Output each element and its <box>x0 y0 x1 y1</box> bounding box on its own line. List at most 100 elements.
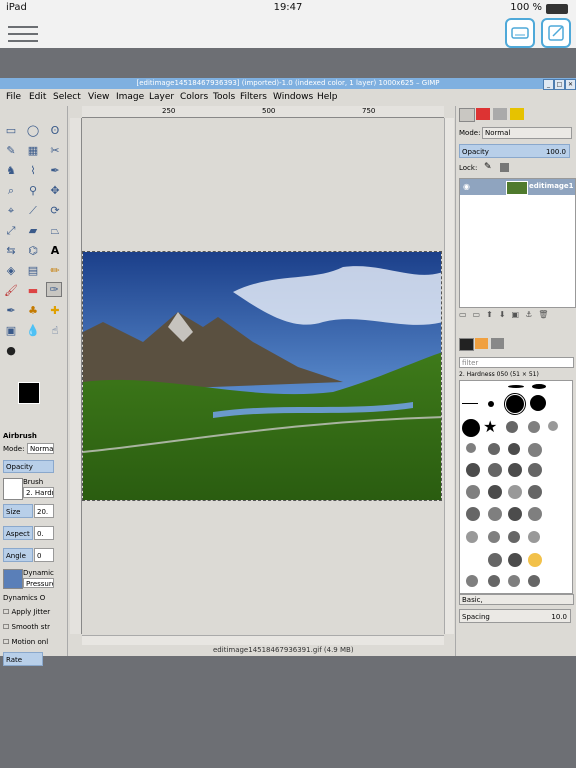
brush-item[interactable] <box>466 443 476 453</box>
airbrush-icon[interactable]: ✑ <box>46 282 62 297</box>
eye-icon[interactable]: ◉ <box>463 182 470 191</box>
brush-item[interactable] <box>466 485 480 499</box>
vertical-scrollbar[interactable] <box>444 118 454 634</box>
brush-item[interactable] <box>488 485 502 499</box>
rate-slider[interactable]: Rate <box>3 652 43 666</box>
brush-item[interactable] <box>528 553 542 567</box>
edit-button[interactable] <box>541 18 571 48</box>
heal-icon[interactable]: ✚ <box>48 304 62 317</box>
brush-preview[interactable] <box>3 478 23 500</box>
zoom-icon[interactable]: ⌕ <box>4 184 18 197</box>
perspective-icon[interactable]: ⏢ <box>48 224 62 237</box>
scale-icon[interactable]: ⤢ <box>4 224 18 237</box>
brush-item[interactable] <box>466 531 478 543</box>
bucket-fill-icon[interactable]: ◈ <box>4 264 18 277</box>
keyboard-button[interactable] <box>505 18 535 48</box>
menu-select[interactable]: Select <box>53 92 81 102</box>
align-icon[interactable]: ⌖ <box>4 204 18 217</box>
brush-item[interactable] <box>548 421 558 431</box>
image-canvas[interactable] <box>82 251 442 501</box>
ink-icon[interactable]: ✒ <box>4 304 18 317</box>
brush-item[interactable] <box>508 485 522 499</box>
minimize-button[interactable]: _ <box>543 79 554 90</box>
apply-jitter-checkbox[interactable]: ☐ Apply Jitter <box>3 608 50 616</box>
brush-name-field[interactable]: 2. Hardne <box>23 487 54 498</box>
brush-item[interactable] <box>508 385 524 388</box>
paths-icon[interactable]: ⌇ <box>26 164 40 177</box>
menu-tools[interactable]: Tools <box>213 92 235 102</box>
size-input[interactable]: 20. <box>34 504 54 518</box>
brush-item[interactable] <box>462 403 478 404</box>
brush-item[interactable] <box>462 419 480 437</box>
fuzzy-select-icon[interactable]: ✎ <box>4 144 18 157</box>
brush-item[interactable] <box>488 575 500 587</box>
foreground-select-icon[interactable]: ♞ <box>4 164 18 177</box>
brush-item[interactable] <box>488 531 500 543</box>
rect-select-icon[interactable]: ▭ <box>4 124 18 137</box>
menu-edit[interactable]: Edit <box>29 92 46 102</box>
menu-image[interactable]: Image <box>116 92 144 102</box>
cage-icon[interactable]: ⌬ <box>26 244 40 257</box>
tab-brushes[interactable] <box>459 338 474 351</box>
layer-row[interactable]: ◉ editimage1 <box>460 179 575 195</box>
tab-gradients[interactable] <box>491 338 504 349</box>
menu-file[interactable]: File <box>6 92 21 102</box>
paintbrush-icon[interactable]: 🖌 <box>4 284 18 297</box>
pencil-icon[interactable]: ✏ <box>48 264 62 277</box>
text-tool-icon[interactable]: A <box>48 244 62 257</box>
clone-icon[interactable]: ♣ <box>26 304 40 317</box>
horizontal-scrollbar[interactable] <box>82 635 444 645</box>
ellipse-select-icon[interactable]: ◯ <box>26 124 40 137</box>
layer-opacity-slider[interactable]: Opacity 100.0 <box>459 144 570 158</box>
maximize-button[interactable]: □ <box>554 79 565 90</box>
brush-item[interactable] <box>508 575 520 587</box>
brush-item[interactable] <box>488 553 502 567</box>
brush-item[interactable] <box>466 463 480 477</box>
brush-item[interactable] <box>508 507 522 521</box>
brush-item[interactable] <box>528 531 540 543</box>
vertical-ruler[interactable] <box>70 118 82 634</box>
blend-icon[interactable]: ▤ <box>26 264 40 277</box>
color-select-icon[interactable]: ▦ <box>26 144 40 157</box>
brush-preset-select[interactable]: Basic, <box>459 594 574 605</box>
star-brush-icon[interactable]: ★ <box>483 417 497 436</box>
brush-item[interactable] <box>488 463 502 477</box>
free-select-icon[interactable]: ʘ <box>48 124 62 137</box>
hamburger-menu-icon[interactable] <box>8 22 38 44</box>
tab-layers[interactable] <box>459 108 475 122</box>
blur-icon[interactable]: 💧 <box>26 324 40 337</box>
shear-icon[interactable]: ▰ <box>26 224 40 237</box>
tab-paths[interactable] <box>493 108 507 120</box>
menu-help[interactable]: Help <box>317 92 338 102</box>
brush-item[interactable] <box>466 507 480 521</box>
brush-item[interactable] <box>528 463 542 477</box>
layer-actions[interactable]: ▭▭⬆⬇▣⚓🗑 <box>459 310 574 320</box>
horizontal-ruler[interactable]: 250 500 750 <box>82 106 444 118</box>
brush-item[interactable] <box>528 443 542 457</box>
brush-item[interactable] <box>528 575 540 587</box>
brush-item[interactable] <box>488 443 500 455</box>
brush-item[interactable] <box>508 443 520 455</box>
menu-filters[interactable]: Filters <box>240 92 267 102</box>
opacity-slider[interactable]: Opacity <box>3 460 54 473</box>
brush-item[interactable] <box>508 463 522 477</box>
perspective-clone-icon[interactable]: ▣ <box>4 324 18 337</box>
menu-layer[interactable]: Layer <box>149 92 174 102</box>
brush-item[interactable] <box>508 531 520 543</box>
brush-item[interactable] <box>528 507 542 521</box>
tab-undo[interactable] <box>510 108 524 120</box>
brush-item[interactable] <box>528 421 540 433</box>
brush-item[interactable] <box>528 485 542 499</box>
brush-item-selected[interactable] <box>504 393 526 415</box>
angle-input[interactable]: 0 <box>34 548 54 562</box>
crop-icon[interactable]: ⟋ <box>26 204 40 217</box>
lock-alpha-icon[interactable] <box>500 163 509 172</box>
flip-icon[interactable]: ⇆ <box>4 244 18 257</box>
smudge-icon[interactable]: ☝ <box>48 324 62 337</box>
brush-grid[interactable]: ★ <box>459 380 573 594</box>
brush-item[interactable] <box>532 384 546 389</box>
measure-icon[interactable]: ⚲ <box>26 184 40 197</box>
move-icon[interactable]: ✥ <box>48 184 62 197</box>
brush-item[interactable] <box>530 395 546 411</box>
eraser-icon[interactable]: ▬ <box>26 284 40 297</box>
